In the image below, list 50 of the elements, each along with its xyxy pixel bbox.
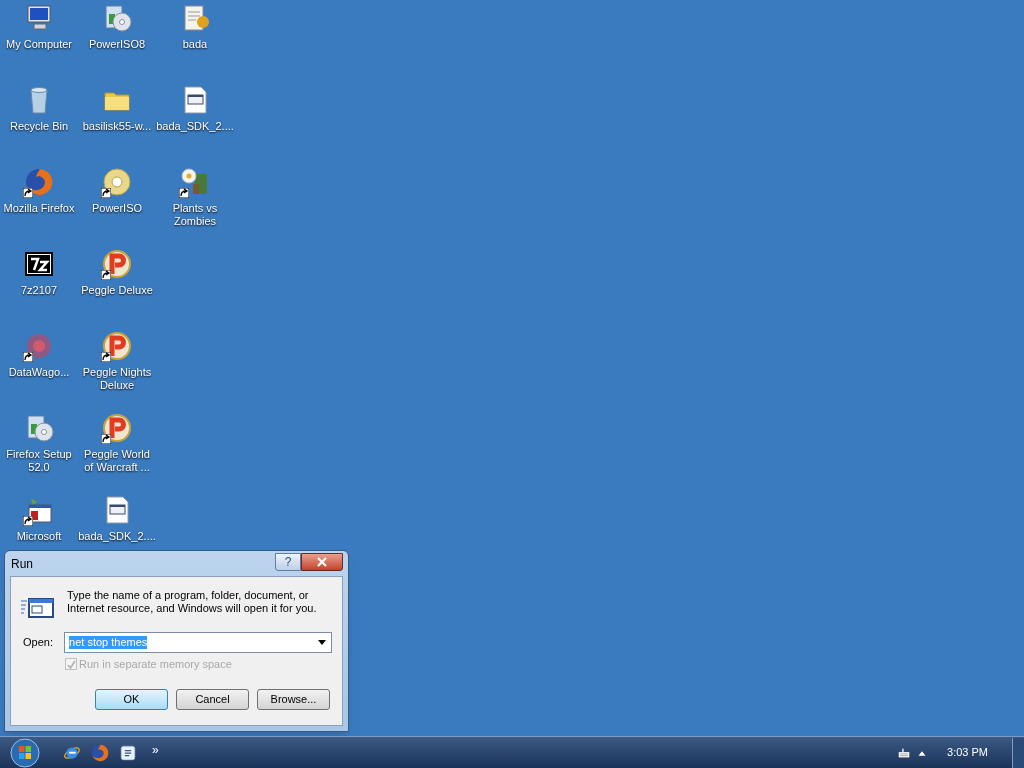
icon-label[interactable]: Peggle Deluxe [78,284,156,297]
checkbox-label: Run in separate memory space [79,657,232,672]
clock[interactable]: 3:03 PM [947,744,988,761]
firefox-icon[interactable] [90,742,110,763]
icon-label[interactable]: PowerISO8 [78,38,156,51]
icon-label[interactable]: 7z2107 [0,284,78,297]
dialog-button[interactable]: Cancel [176,688,249,710]
window-title: Run [11,555,34,573]
shortcut-arrow-icon [101,270,111,280]
shortcut-arrow-icon [101,434,111,444]
show-desktop-button[interactable] [1012,737,1024,768]
shortcut-arrow-icon [23,188,33,198]
more-button[interactable]: » [152,743,159,756]
peggle-ball-icon[interactable] [101,330,133,362]
icon-label[interactable]: Peggle World of Warcraft ... [78,448,156,474]
icon-label[interactable]: bada_SDK_2.... [156,120,234,133]
close-button[interactable] [301,552,343,571]
command-combobox[interactable]: net stop themes [64,632,332,653]
run-icon [21,595,55,621]
start-orb-icon[interactable] [10,737,40,768]
shortcut-arrow-icon [179,188,189,198]
dialog-button[interactable]: Browse... [257,688,330,710]
shortcut-arrow-icon [23,516,33,526]
firefox-icon[interactable] [23,166,55,198]
command-text: net stop themes [69,636,148,649]
open-label: Open: [22,635,54,651]
icon-label[interactable]: Recycle Bin [0,120,78,133]
shortcut-arrow-icon [101,188,111,198]
icon-label[interactable]: bada_SDK_2.... [78,530,156,543]
icon-label[interactable]: Mozilla Firefox [0,202,78,215]
icon-label[interactable]: Microsoft [0,530,78,543]
icon-label[interactable]: Plants vs Zombies [156,202,234,228]
close-icon [317,556,327,567]
icon-label[interactable]: Firefox Setup 52.0 [0,448,78,474]
peggle-ball-icon[interactable] [101,412,133,444]
shortcut-arrow-icon [101,352,111,362]
app-window-icon[interactable] [118,742,138,763]
icon-label[interactable]: PowerISO [78,202,156,215]
icon-label[interactable]: bada [156,38,234,51]
peggle-ball-icon[interactable] [101,248,133,280]
help-button[interactable]: ? [275,552,301,571]
icon-label[interactable]: basilisk55-w... [78,120,156,133]
dropdown-caret-icon[interactable] [318,640,326,645]
dialog-button[interactable]: OK [95,688,168,710]
icon-label[interactable]: DataWago... [0,366,78,379]
icon-label[interactable]: My Computer [0,38,78,51]
disc-icon[interactable] [101,166,133,198]
icon-label[interactable]: Peggle Nights Deluxe [78,366,156,392]
instruction-text: Type the name of a program, folder, document, or Internet resource, and Windows will open it for you. [67,589,318,616]
shortcut-arrow-icon [23,352,33,362]
